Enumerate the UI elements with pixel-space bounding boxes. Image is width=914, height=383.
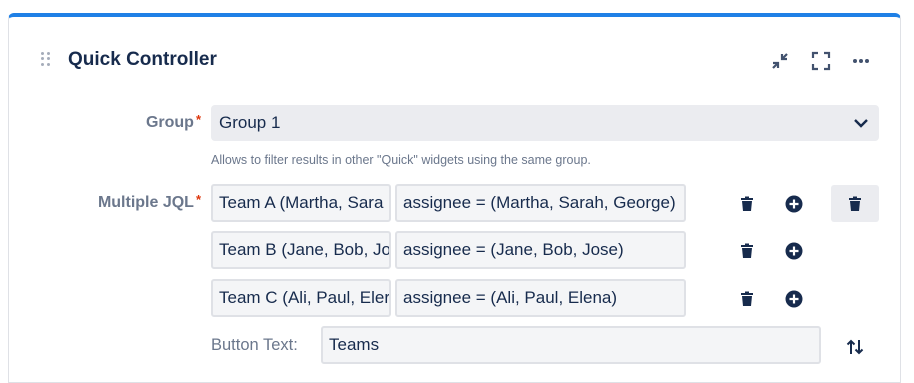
delete-row-button[interactable] xyxy=(735,239,759,263)
fullscreen-icon xyxy=(811,51,831,71)
trash-icon xyxy=(741,243,753,258)
delete-all-button[interactable] xyxy=(831,185,879,222)
plus-circle-icon xyxy=(785,290,803,308)
plus-circle-icon xyxy=(785,195,803,213)
jql-query-field[interactable]: assignee = (Martha, Sarah, George) xyxy=(395,184,686,222)
minimize-button[interactable] xyxy=(766,47,794,75)
group-select-value: Group 1 xyxy=(219,113,281,132)
jql-query-field[interactable]: assignee = (Ali, Paul, Elena) xyxy=(395,279,686,317)
trash-icon xyxy=(849,196,861,211)
sort-arrows-icon xyxy=(846,339,864,355)
group-select[interactable]: Group 1 xyxy=(211,105,879,141)
group-label: Group * xyxy=(145,112,201,131)
quick-controller-widget: Quick Controller Group * Group 1 Allows t… xyxy=(8,13,901,383)
jql-label: Multiple JQL * xyxy=(97,192,201,211)
button-text-input[interactable]: Teams xyxy=(321,326,821,364)
minimize-icon xyxy=(772,53,788,69)
more-button[interactable] xyxy=(847,47,875,75)
add-row-button[interactable] xyxy=(782,192,806,216)
jql-name-field[interactable]: Team C (Ali, Paul, Eler xyxy=(211,279,391,317)
jql-name-field[interactable]: Team A (Martha, Sara xyxy=(211,184,391,222)
plus-circle-icon xyxy=(785,242,803,260)
jql-query-field[interactable]: assignee = (Jane, Bob, Jose) xyxy=(395,231,686,269)
fullscreen-button[interactable] xyxy=(807,47,835,75)
more-icon xyxy=(853,59,869,63)
delete-row-button[interactable] xyxy=(735,192,759,216)
button-text-label: Button Text: xyxy=(211,336,298,354)
widget-title: Quick Controller xyxy=(68,49,217,70)
add-row-button[interactable] xyxy=(782,287,806,311)
chevron-down-icon xyxy=(854,119,868,128)
add-row-button[interactable] xyxy=(782,239,806,263)
delete-row-button[interactable] xyxy=(735,287,759,311)
jql-name-field[interactable]: Team B (Jane, Bob, Jo xyxy=(211,231,391,269)
drag-handle-icon[interactable] xyxy=(41,52,51,66)
trash-icon xyxy=(741,196,753,211)
trash-icon xyxy=(741,291,753,306)
sort-button[interactable] xyxy=(843,335,867,359)
group-helper-text: Allows to filter results in other "Quick… xyxy=(211,153,591,167)
